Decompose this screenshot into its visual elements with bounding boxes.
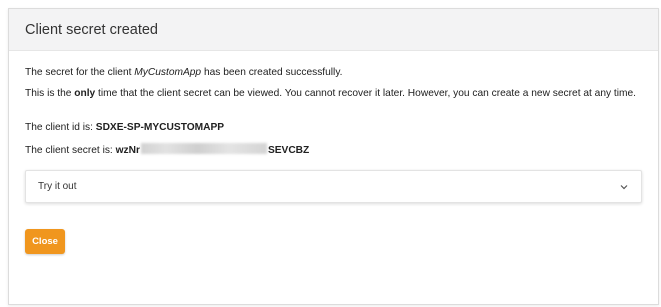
client-id-line: The client id is: SDXE-SP-MYCUSTOMAPP: [25, 120, 642, 135]
client-secret-value-start: wzNr: [115, 145, 140, 156]
redacted-secret: [140, 143, 267, 154]
client-secret-value-end: SEVCBZ: [267, 145, 310, 156]
client-id-value: SDXE-SP-MYCUSTOMAPP: [95, 122, 225, 133]
created-message: The secret for the client MyCustomApp ha…: [25, 67, 343, 78]
client-secret-line: The client secret is: wzNr SEVCBZ: [25, 143, 642, 158]
warning-message: This is the only time that the client se…: [25, 88, 637, 99]
dialog-title: Client secret created: [25, 21, 158, 38]
try-it-out-expander[interactable]: Try it out: [25, 170, 642, 203]
chevron-down-icon: [619, 182, 629, 192]
try-it-out-label: Try it out: [38, 181, 77, 192]
client-secret-label: The client secret is:: [25, 145, 116, 156]
only-emphasis: only: [74, 88, 96, 99]
client-id-label: The client id is:: [25, 122, 96, 133]
client-name: MyCustomApp: [134, 67, 202, 78]
close-button[interactable]: Close: [25, 229, 65, 254]
dialog-header: Client secret created: [9, 9, 658, 51]
client-secret-dialog: Client secret created The secret for the…: [8, 8, 659, 305]
dialog-body: The secret for the client MyCustomApp ha…: [9, 51, 658, 254]
